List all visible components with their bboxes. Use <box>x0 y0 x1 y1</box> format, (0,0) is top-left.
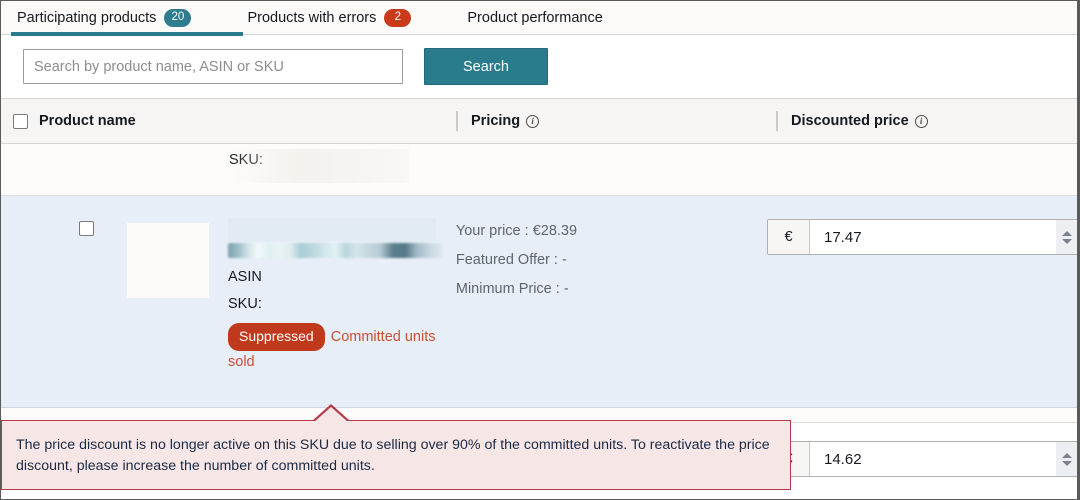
discounted-price-info-icon[interactable]: i <box>914 114 928 128</box>
tooltip-arrow-fill <box>314 407 348 422</box>
tooltip-popover: The price discount is no longer active o… <box>1 420 791 490</box>
pricing-info-icon[interactable]: i <box>526 114 540 128</box>
active-tab-underline <box>11 32 243 36</box>
discounted-price-field-next[interactable]: € <box>767 441 1079 477</box>
product-discount-table-page: Participating products 20 Products with … <box>0 0 1080 500</box>
tooltip-message: The price discount is no longer active o… <box>16 437 770 474</box>
partial-row-sku-label: SKU: <box>229 152 263 168</box>
pricing-featured-offer: Featured Offer : - <box>455 252 567 268</box>
table-header-row: Product name Pricing i Discounted price … <box>1 99 1079 144</box>
pricing-your-price: Your price : €28.39 <box>455 223 578 239</box>
product-title-redacted-line <box>228 218 436 241</box>
right-edge-border <box>1077 1 1079 499</box>
stepper-down-icon[interactable] <box>1062 238 1072 244</box>
discounted-price-field[interactable]: € <box>767 219 1079 255</box>
row-select-checkbox[interactable] <box>79 221 94 236</box>
currency-symbol: € <box>768 220 810 254</box>
column-header-discounted-price: Discounted price i <box>776 111 1079 131</box>
product-status-block: Suppressed Committed units sold <box>228 323 448 374</box>
tab-products-with-errors[interactable]: Products with errors 2 <box>245 6 419 30</box>
column-header-product-name: Product name <box>1 113 456 129</box>
product-sku-label: SKU: <box>228 296 262 312</box>
discounted-price-stepper-next[interactable] <box>1056 442 1078 476</box>
search-bar: Search <box>1 35 1079 99</box>
column-header-pricing: Pricing i <box>456 111 776 131</box>
tab-products-with-errors-badge: 2 <box>384 9 412 27</box>
discounted-price-stepper[interactable] <box>1056 220 1078 254</box>
column-header-pricing-label: Pricing <box>471 113 521 129</box>
product-asin-label: ASIN <box>228 269 262 285</box>
product-name-block: ASIN SKU: Suppressed Committed units sold <box>228 218 448 374</box>
product-title-redacted-bar <box>228 243 442 258</box>
cell-pricing: Your price : €28.39 Featured Offer : - M… <box>443 196 754 407</box>
tab-participating-products-badge: 20 <box>164 9 192 27</box>
tab-participating-products-label: Participating products <box>17 10 157 26</box>
cell-discounted-price-next: € <box>754 423 1079 499</box>
pricing-minimum-price: Minimum Price : - <box>455 281 569 297</box>
column-header-discounted-price-label: Discounted price <box>791 113 909 129</box>
product-thumbnail <box>127 223 209 298</box>
tab-participating-products[interactable]: Participating products 20 <box>15 6 199 30</box>
tab-bar: Participating products 20 Products with … <box>1 1 1079 36</box>
stepper-down-icon-next[interactable] <box>1062 460 1072 466</box>
column-header-product-name-label: Product name <box>39 113 136 129</box>
tab-products-with-errors-label: Products with errors <box>247 10 377 26</box>
stepper-up-icon[interactable] <box>1062 230 1072 236</box>
cell-discounted-price: € <box>754 196 1079 407</box>
discounted-price-input-next[interactable] <box>810 442 1056 476</box>
discounted-price-input[interactable] <box>810 220 1056 254</box>
tab-product-performance-label: Product performance <box>467 10 603 26</box>
cell-product-name: ASIN SKU: Suppressed Committed units sold <box>1 196 443 407</box>
search-input[interactable] <box>23 49 403 84</box>
select-all-checkbox[interactable] <box>13 113 28 129</box>
table-row-partial[interactable]: SKU: <box>1 144 1079 196</box>
table-row[interactable]: ASIN SKU: Suppressed Committed units sold… <box>1 196 1079 408</box>
tab-product-performance[interactable]: Product performance <box>465 6 610 30</box>
search-button[interactable]: Search <box>424 48 548 85</box>
stepper-up-icon-next[interactable] <box>1062 452 1072 458</box>
status-badge-suppressed[interactable]: Suppressed <box>228 323 325 351</box>
